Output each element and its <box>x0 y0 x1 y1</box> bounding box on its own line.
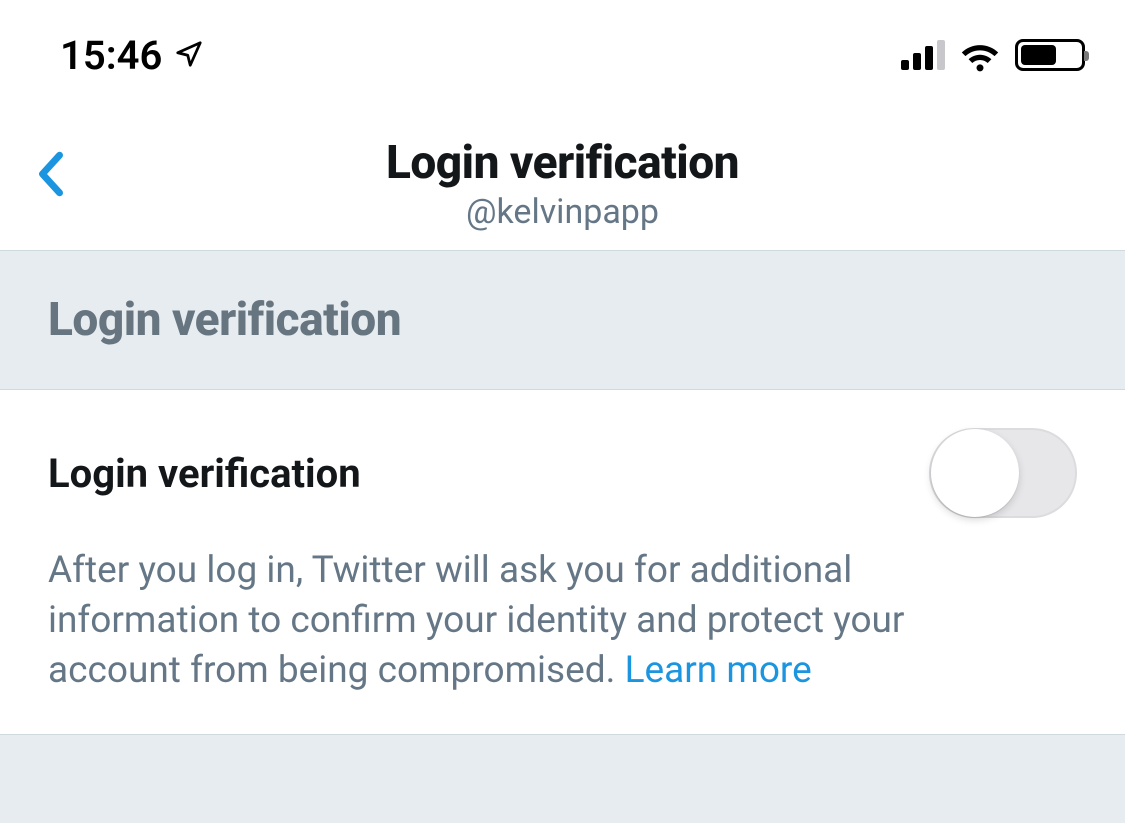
section-header: Login verification <box>0 251 1125 390</box>
cellular-icon <box>901 40 945 70</box>
setting-label: Login verification <box>48 450 361 497</box>
nav-header: Login verification @kelvinpapp <box>0 110 1125 251</box>
battery-icon <box>1015 39 1085 71</box>
location-icon <box>174 32 204 79</box>
status-time: 15:46 <box>60 32 162 79</box>
wifi-icon <box>959 32 1001 78</box>
section-title: Login verification <box>48 293 1077 347</box>
setting-description: After you log in, Twitter will ask you f… <box>48 546 1036 696</box>
page-subtitle: @kelvinpapp <box>0 192 1125 232</box>
back-button[interactable] <box>36 150 66 198</box>
login-verification-toggle[interactable] <box>929 428 1077 518</box>
toggle-knob <box>931 429 1019 517</box>
login-verification-row: Login verification After you log in, Twi… <box>0 390 1125 735</box>
status-bar: 15:46 <box>0 0 1125 110</box>
page-title: Login verification <box>0 136 1125 190</box>
status-right <box>901 32 1085 78</box>
status-left: 15:46 <box>60 32 204 79</box>
learn-more-link[interactable]: Learn more <box>625 649 812 692</box>
